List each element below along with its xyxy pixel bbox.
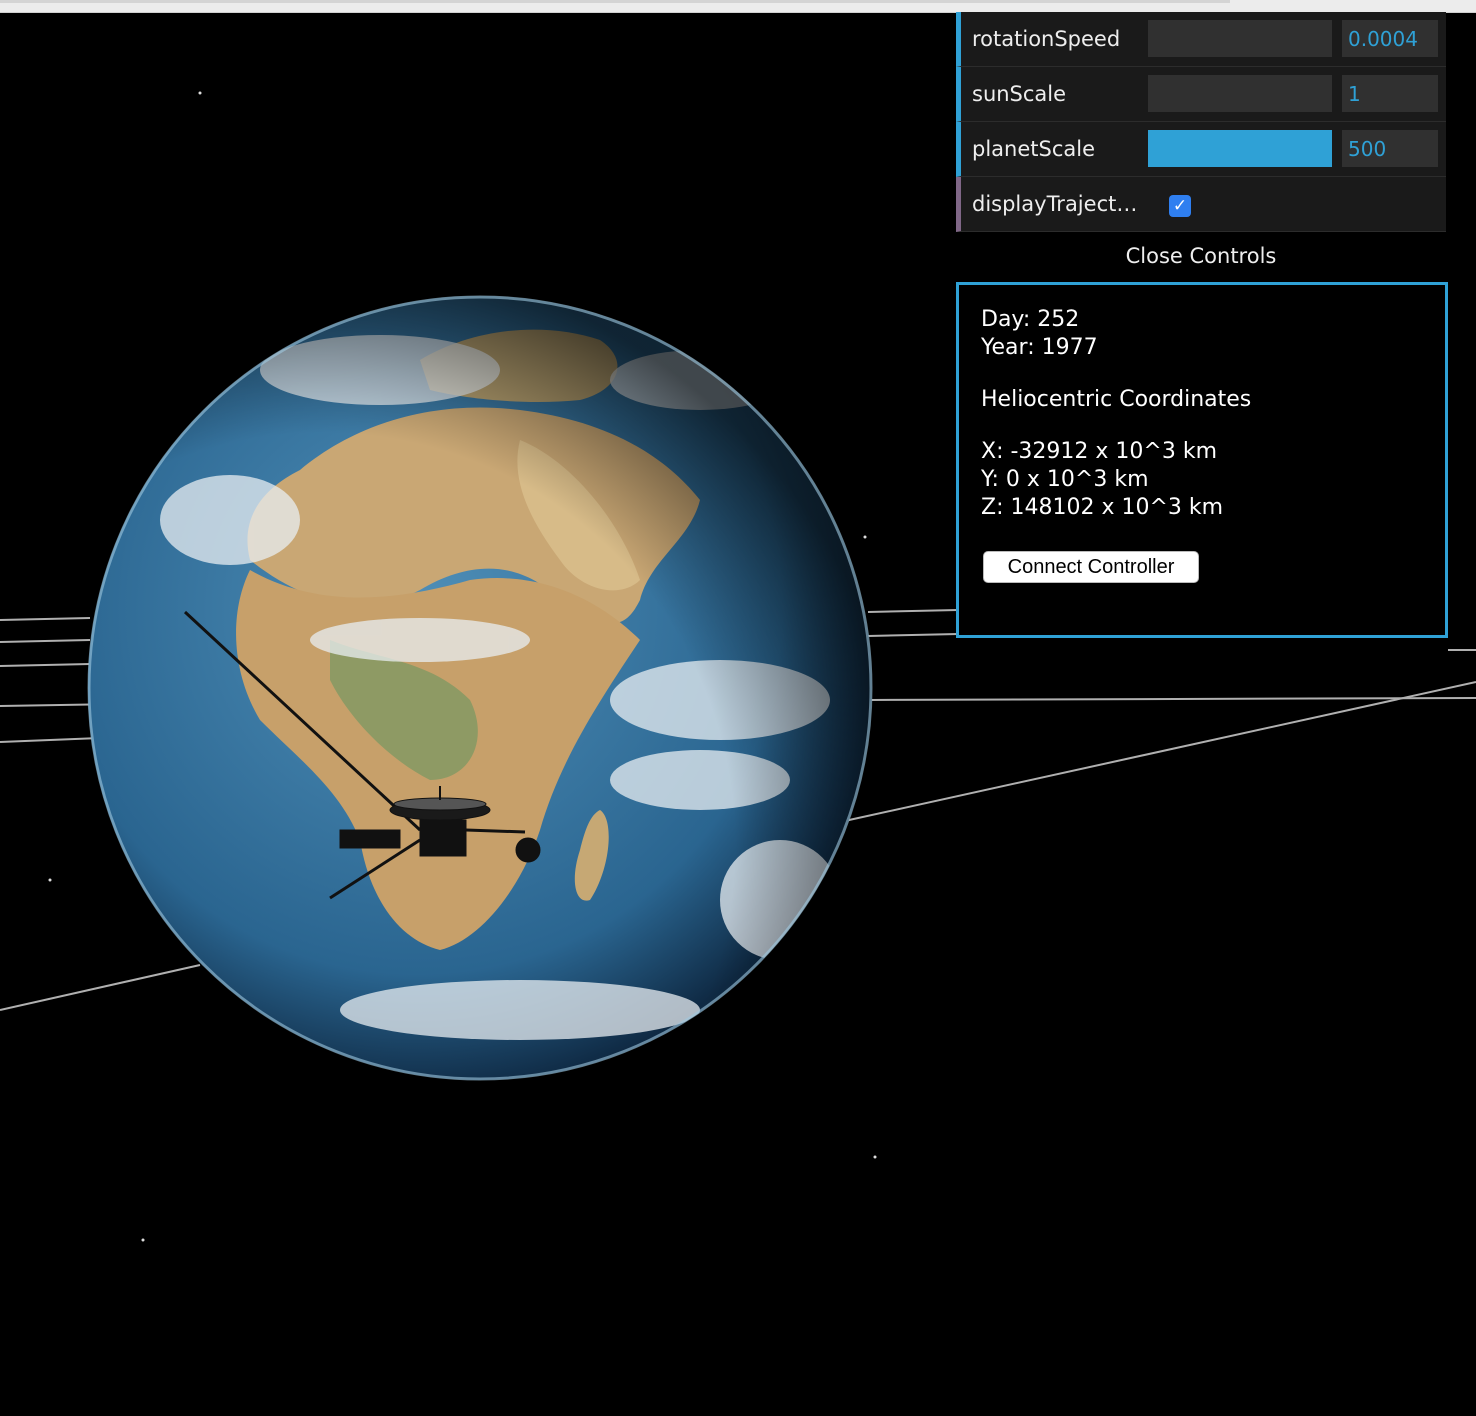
controls-panel: rotationSpeed sunScale planetScale displ…	[956, 12, 1446, 232]
z-coordinate: Z: 148102 x 10^3 km	[981, 495, 1224, 520]
control-row-planet-scale: planetScale	[956, 122, 1446, 177]
earth-globe	[87, 295, 873, 1081]
control-label: rotationSpeed	[972, 27, 1121, 51]
rotation-speed-input[interactable]	[1342, 20, 1438, 57]
y-coordinate: Y: 0 x 10^3 km	[981, 467, 1149, 492]
control-row-rotation-speed: rotationSpeed	[956, 12, 1446, 67]
connect-controller-button[interactable]: Connect Controller	[983, 551, 1199, 583]
control-row-display-trajectory[interactable]: displayTrajecto... ✓	[956, 177, 1446, 232]
control-row-sun-scale: sunScale	[956, 67, 1446, 122]
year-text: Year: 1977	[981, 335, 1098, 360]
rotation-speed-slider[interactable]	[1148, 20, 1332, 57]
planet-scale-slider[interactable]	[1148, 130, 1332, 167]
slider-fill	[1148, 130, 1332, 167]
check-icon[interactable]: ✓	[1169, 195, 1191, 217]
day-text: Day: 252	[981, 307, 1080, 332]
close-controls-button[interactable]: Close Controls	[956, 236, 1446, 276]
control-label: planetScale	[972, 137, 1095, 161]
sun-scale-input[interactable]	[1342, 75, 1438, 112]
x-coordinate: X: -32912 x 10^3 km	[981, 439, 1217, 464]
browser-scrollbar-track[interactable]	[0, 0, 1230, 3]
control-label: sunScale	[972, 82, 1067, 106]
control-label: displayTrajecto...	[972, 192, 1147, 216]
info-panel: Day: 252 Year: 1977 Heliocentric Coordin…	[956, 282, 1448, 638]
planet-scale-input[interactable]	[1342, 130, 1438, 167]
sun-scale-slider[interactable]	[1148, 75, 1332, 112]
coordinates-heading: Heliocentric Coordinates	[981, 387, 1252, 412]
